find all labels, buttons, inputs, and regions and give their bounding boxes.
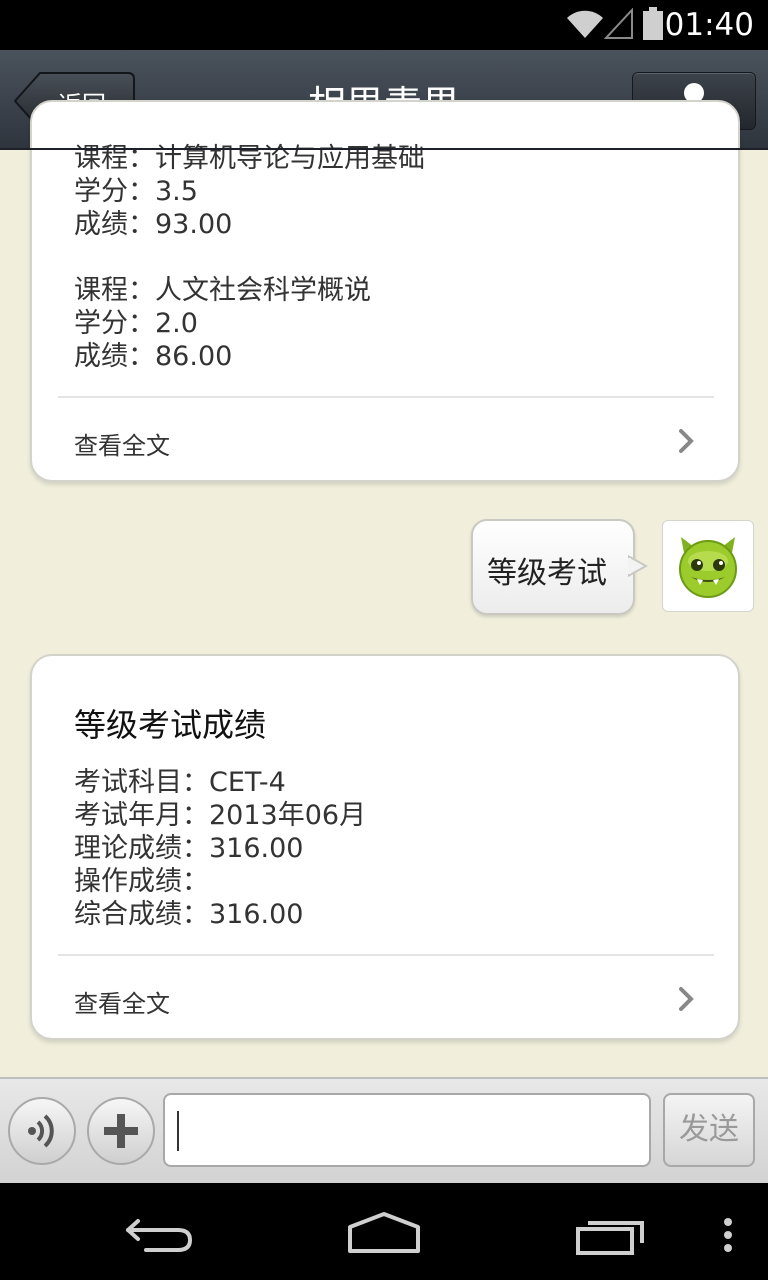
avatar[interactable] bbox=[662, 520, 754, 612]
status-bar: 01:40 bbox=[0, 0, 768, 50]
card-line: 理论成绩：316.00 bbox=[74, 833, 304, 864]
recent-apps-icon[interactable] bbox=[574, 1213, 646, 1257]
title-bar-shadow bbox=[0, 148, 768, 150]
card-line: 考试科目：CET-4 bbox=[74, 767, 286, 798]
sent-message-text: 等级考试 bbox=[487, 556, 607, 591]
card-line: 课程：计算机导论与应用基础 bbox=[74, 143, 425, 174]
voice-button[interactable] bbox=[8, 1097, 76, 1165]
voice-icon bbox=[28, 1114, 54, 1148]
view-full-link[interactable]: 查看全文 bbox=[74, 426, 170, 461]
card-title: 等级考试成绩 bbox=[74, 706, 267, 744]
navigation-bar bbox=[0, 1183, 768, 1280]
card-body: 课程：计算机导论与应用基础 学分：3.5 成绩：93.00 课程：人文社会科学概… bbox=[32, 142, 738, 373]
message-input[interactable] bbox=[163, 1093, 651, 1167]
card-line bbox=[32, 241, 738, 274]
text-cursor bbox=[177, 1111, 179, 1151]
exam-scores-card: 等级考试成绩 考试科目：CET-4 考试年月：2013年06月 理论成绩：316… bbox=[30, 654, 740, 1040]
status-time: 01:40 bbox=[664, 7, 754, 43]
course-scores-card: 课程：计算机导论与应用基础 学分：3.5 成绩：93.00 课程：人文社会科学概… bbox=[30, 100, 740, 482]
signal-icon bbox=[604, 8, 633, 39]
add-button[interactable] bbox=[87, 1097, 155, 1165]
view-full-link[interactable]: 查看全文 bbox=[74, 984, 170, 1019]
input-bar: 发送 bbox=[0, 1077, 768, 1185]
chevron-right-icon bbox=[679, 987, 694, 1011]
view-full-row[interactable]: 查看全文 bbox=[32, 398, 738, 478]
overflow-menu-icon[interactable] bbox=[722, 1217, 734, 1253]
wifi-icon bbox=[567, 10, 603, 38]
bubble-tail bbox=[628, 555, 648, 577]
green-monster-avatar-icon bbox=[679, 537, 737, 598]
card-line: 综合成绩：316.00 bbox=[74, 899, 304, 930]
battery-icon bbox=[643, 7, 663, 40]
back-nav-icon[interactable] bbox=[124, 1213, 196, 1253]
card-line: 课程：人文社会科学概说 bbox=[74, 275, 371, 306]
plus-icon bbox=[104, 1114, 138, 1148]
card-line: 学分：3.5 bbox=[74, 176, 198, 207]
chevron-right-icon bbox=[679, 429, 694, 453]
card-body: 考试科目：CET-4 考试年月：2013年06月 理论成绩：316.00 操作成… bbox=[32, 766, 738, 931]
card-line: 操作成绩： bbox=[74, 866, 209, 897]
home-nav-icon[interactable] bbox=[346, 1211, 422, 1255]
sent-message-bubble[interactable]: 等级考试 bbox=[471, 519, 635, 615]
card-line: 考试年月：2013年06月 bbox=[74, 800, 367, 831]
send-button[interactable]: 发送 bbox=[663, 1093, 755, 1167]
card-line: 成绩：86.00 bbox=[74, 341, 233, 372]
card-line: 学分：2.0 bbox=[74, 308, 198, 339]
view-full-row[interactable]: 查看全文 bbox=[32, 956, 738, 1036]
card-line: 成绩：93.00 bbox=[74, 209, 233, 240]
